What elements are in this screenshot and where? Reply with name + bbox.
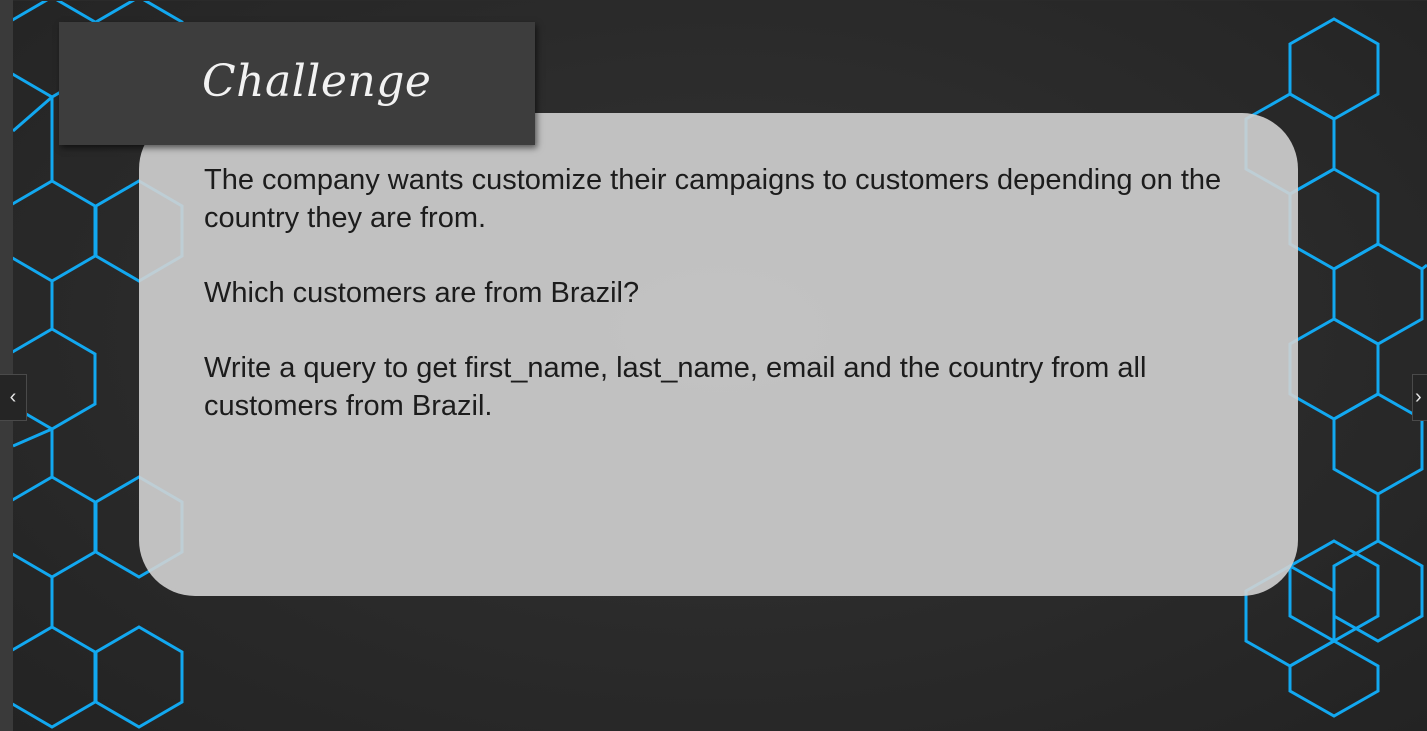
slide-viewer: Challenge The company wants customize th… [0,0,1427,731]
chevron-left-icon: ‹ [9,386,17,408]
chevron-right-icon: › [1415,386,1422,408]
previous-slide-button[interactable]: ‹ [0,374,27,421]
challenge-task-text: Write a query to get first_name, last_na… [204,352,1147,422]
viewer-left-edge [0,0,13,731]
next-slide-button[interactable]: › [1412,374,1427,421]
slide: Challenge The company wants customize th… [13,1,1427,731]
slide-title: Challenge [202,56,432,107]
challenge-description: The company wants customize their campai… [204,161,1264,462]
challenge-question-text: Which customers are from Brazil? [204,277,640,309]
title-banner: Challenge [59,22,535,145]
challenge-intro-text: The company wants customize their campai… [204,164,1222,234]
